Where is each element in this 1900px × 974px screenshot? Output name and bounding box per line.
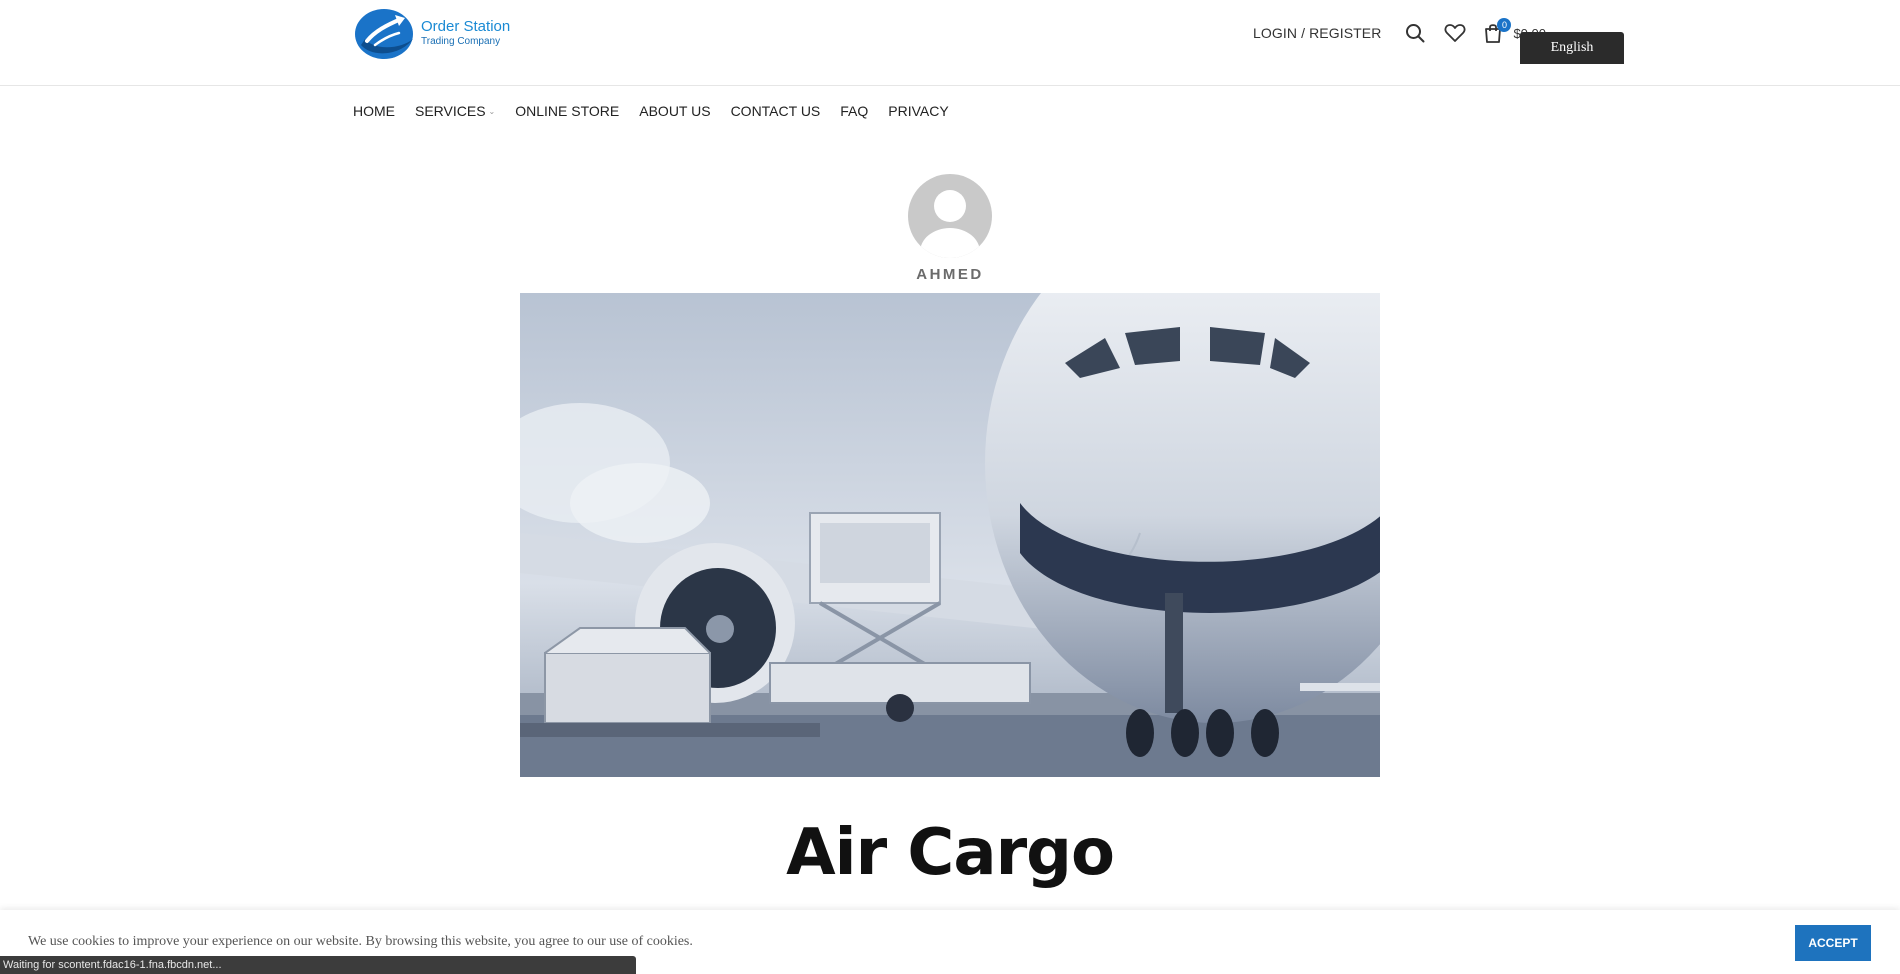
nav-item-contact-us[interactable]: CONTACT US (731, 103, 821, 119)
logo-mark-icon (355, 9, 413, 59)
language-selector[interactable]: English (1520, 32, 1624, 64)
site-logo[interactable]: Order Station Trading Company (353, 5, 513, 61)
logo-subtitle: Trading Company (421, 35, 501, 47)
nav-item-privacy[interactable]: PRIVACY (888, 103, 948, 119)
search-icon[interactable] (1403, 21, 1427, 45)
header-tools: LOGIN / REGISTER 0 $0.00 (1253, 18, 1546, 46)
user-silhouette-icon (920, 190, 980, 258)
chevron-down-icon: ⌄ (488, 106, 496, 116)
logo-text: Order Station Trading Company (421, 19, 510, 47)
nav-item-services[interactable]: SERVICES ⌄ (415, 103, 495, 119)
main-navigation: HOME SERVICES ⌄ ONLINE STORE ABOUT US CON… (353, 100, 969, 122)
browser-status-bar: Waiting for scontent.fdac16-1.fna.fbcdn.… (0, 956, 636, 974)
nav-item-online-store[interactable]: ONLINE STORE (515, 103, 619, 119)
cart-count-badge: 0 (1497, 18, 1512, 32)
author-avatar[interactable] (908, 174, 992, 258)
post-title: Air Cargo (786, 816, 1115, 890)
cookie-notice-text: We use cookies to improve your experienc… (28, 934, 693, 949)
nav-item-services-label: SERVICES (415, 103, 486, 119)
login-register-link[interactable]: LOGIN / REGISTER (1253, 25, 1381, 41)
air-cargo-photo (520, 293, 1380, 777)
accept-cookies-button[interactable]: ACCEPT (1795, 925, 1871, 961)
wishlist-heart-icon[interactable] (1443, 21, 1467, 45)
nav-item-home[interactable]: HOME (353, 103, 395, 119)
author-name[interactable]: AHMED (0, 266, 1900, 283)
logo-title: Order Station (421, 18, 511, 36)
post-featured-image (520, 293, 1380, 777)
nav-item-faq[interactable]: FAQ (840, 103, 868, 119)
nav-item-about-us[interactable]: ABOUT US (639, 103, 710, 119)
